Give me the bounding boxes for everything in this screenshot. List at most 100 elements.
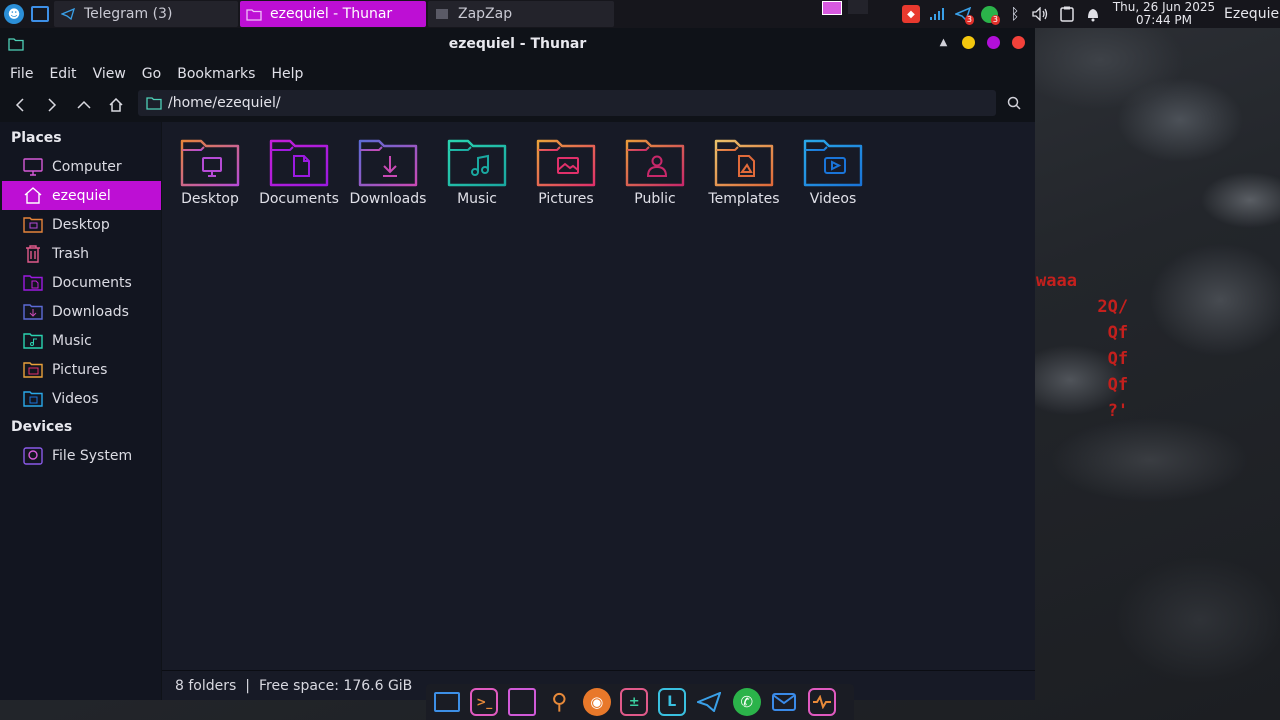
sidebar-item-desktop[interactable]: Desktop: [0, 210, 161, 239]
workspace-indicator-2[interactable]: [848, 0, 868, 14]
task-telegram[interactable]: Telegram (3): [54, 1, 238, 27]
menu-go[interactable]: Go: [134, 66, 169, 82]
dock-calculator[interactable]: ±: [616, 684, 654, 720]
menu-edit[interactable]: Edit: [41, 66, 84, 82]
app-launcher-button[interactable]: ☻: [0, 0, 28, 28]
activity-icon: [807, 688, 836, 716]
sidebar-item-label: Desktop: [52, 216, 110, 233]
anydesk-icon[interactable]: ◆: [898, 0, 924, 28]
location-bar[interactable]: /home/ezequiel/: [138, 90, 996, 116]
home-button[interactable]: [100, 90, 132, 120]
file-view[interactable]: Desktop Documents Downloads Music Pictur…: [162, 122, 1035, 670]
clock[interactable]: Thu, 26 Jun 2025 07:44 PM: [1106, 1, 1222, 27]
templates-folder-icon: [714, 139, 774, 187]
system-tray: ◆ 3 3 ᛒ Thu, 26 Jun 2025 07:44 PM Ezequi…: [898, 0, 1280, 28]
volume-icon[interactable]: [1028, 0, 1054, 28]
sidebar-item-label: Downloads: [52, 303, 129, 320]
telegram-badge: 3: [964, 15, 974, 25]
dock-search[interactable]: ⚲: [541, 684, 579, 720]
folder-label: Music: [457, 191, 497, 207]
dock-libreoffice[interactable]: L: [653, 684, 691, 720]
menu-view[interactable]: View: [85, 66, 134, 82]
whatsapp-badge: 3: [990, 15, 1000, 25]
terminal-icon: >_: [470, 688, 499, 716]
dock-terminal[interactable]: >_: [466, 684, 504, 720]
downloads-folder-icon: [22, 302, 44, 322]
sidebar-item-ezequiel[interactable]: ezequiel: [2, 181, 161, 210]
minimize-button[interactable]: [962, 36, 975, 49]
forward-button[interactable]: [36, 90, 68, 120]
folder-templates[interactable]: Templates: [702, 136, 786, 207]
sidebar-item-file-system[interactable]: File System: [0, 441, 161, 470]
sidebar-item-label: Documents: [52, 274, 132, 291]
dock-whatsapp[interactable]: ✆: [728, 684, 766, 720]
sidebar-item-music[interactable]: Music: [0, 326, 161, 355]
folder-pictures[interactable]: Pictures: [524, 136, 608, 207]
folder-music[interactable]: Music: [435, 136, 519, 207]
window-icon: [434, 7, 450, 21]
telegram-tray-icon[interactable]: 3: [950, 0, 976, 28]
public-folder-icon: [625, 139, 685, 187]
task-zapzap[interactable]: ZapZap: [428, 1, 614, 27]
folder-label: Documents: [259, 191, 339, 207]
back-button[interactable]: [4, 90, 36, 120]
workspace-indicator[interactable]: [822, 1, 842, 15]
desktop-folder-icon: [22, 215, 44, 235]
telegram-icon: [60, 7, 76, 21]
sidebar-item-videos[interactable]: Videos: [0, 384, 161, 413]
folder-videos[interactable]: Videos: [791, 136, 875, 207]
task-thunar[interactable]: ezequiel - Thunar: [240, 1, 426, 27]
bluetooth-icon[interactable]: ᛒ: [1002, 0, 1028, 28]
folder-documents[interactable]: Documents: [257, 136, 341, 207]
sidebar-item-trash[interactable]: Trash: [0, 239, 161, 268]
folder-public[interactable]: Public: [613, 136, 697, 207]
sidebar-item-documents[interactable]: Documents: [0, 268, 161, 297]
telegram-icon: [695, 688, 723, 716]
music-folder-icon: [22, 331, 44, 351]
dock-telegram[interactable]: [691, 684, 729, 720]
launcher-icon: ☻: [4, 4, 24, 24]
devices-header: Devices: [11, 419, 73, 435]
dock-show-desktop[interactable]: [428, 684, 466, 720]
top-panel: ☻ Telegram (3) ezequiel - Thunar ZapZap …: [0, 0, 1280, 28]
menu-file[interactable]: File: [2, 66, 41, 82]
clipboard-icon[interactable]: [1054, 0, 1080, 28]
pictures-folder-icon: [22, 360, 44, 380]
maximize-button[interactable]: [987, 36, 1000, 49]
monitor-icon: [433, 692, 460, 712]
drive-icon: [22, 446, 44, 466]
dock-file-manager[interactable]: [503, 684, 541, 720]
videos-folder-icon: [803, 139, 863, 187]
magnifier-icon: ⚲: [551, 689, 568, 715]
search-button[interactable]: [1000, 90, 1028, 116]
dock-brave[interactable]: ◉: [578, 684, 616, 720]
sidebar-item-computer[interactable]: Computer: [0, 152, 161, 181]
desktop-folder-icon: [180, 139, 240, 187]
close-button[interactable]: [1012, 36, 1025, 49]
folder-desktop[interactable]: Desktop: [168, 136, 252, 207]
sidebar-item-label: Trash: [52, 245, 89, 262]
brave-icon: ◉: [582, 688, 611, 716]
thunar-app-icon: [8, 37, 24, 51]
mail-icon: [770, 688, 798, 716]
sidebar-item-label: File System: [52, 447, 133, 464]
show-desktop-button[interactable]: [28, 0, 52, 28]
network-signal-icon[interactable]: [924, 0, 950, 28]
sidebar-item-pictures[interactable]: Pictures: [0, 355, 161, 384]
shade-icon[interactable]: ▲: [937, 37, 950, 48]
sidebar-item-label: ezequiel: [52, 187, 111, 204]
menu-bookmarks[interactable]: Bookmarks: [169, 66, 263, 82]
menu-help[interactable]: Help: [263, 66, 311, 82]
notification-bell-icon[interactable]: [1080, 0, 1106, 28]
user-menu[interactable]: Ezequiel: [1222, 6, 1280, 22]
title-bar[interactable]: ezequiel - Thunar ▲: [0, 28, 1035, 60]
whatsapp-tray-icon[interactable]: 3: [976, 0, 1002, 28]
pictures-folder-icon: [536, 139, 596, 187]
documents-folder-icon: [22, 273, 44, 293]
folder-downloads[interactable]: Downloads: [346, 136, 430, 207]
sidebar-item-downloads[interactable]: Downloads: [0, 297, 161, 326]
parent-folder-button[interactable]: [68, 90, 100, 120]
dock-mail[interactable]: [766, 684, 804, 720]
music-folder-icon: [447, 139, 507, 187]
dock-system-monitor[interactable]: [803, 684, 841, 720]
